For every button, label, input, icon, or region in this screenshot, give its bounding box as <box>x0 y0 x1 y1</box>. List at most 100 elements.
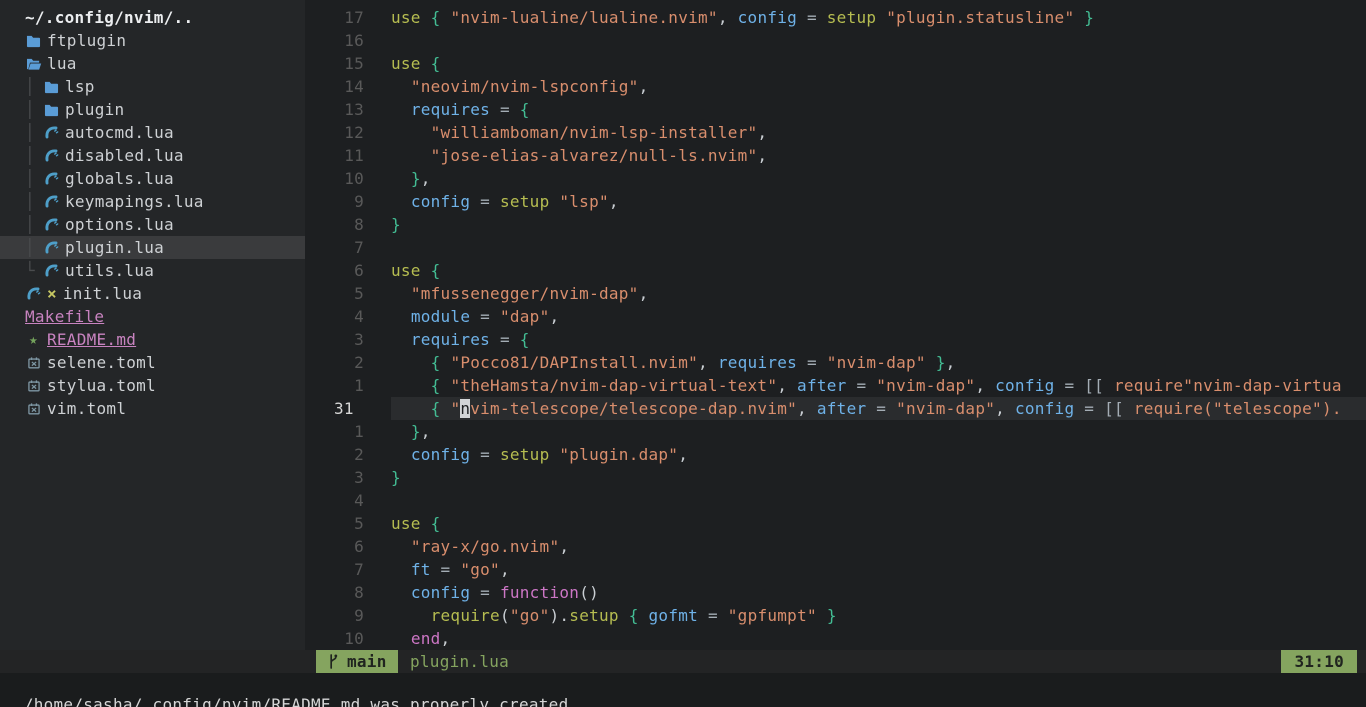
tree-item-label: init.lua <box>63 284 142 303</box>
code-text: use { <box>391 512 1366 535</box>
line-number: 5 <box>305 282 391 305</box>
tree-item-label: lsp <box>65 77 95 96</box>
tree-item-label: autocmd.lua <box>65 123 174 142</box>
tree-item-makefile[interactable]: Makefile <box>0 305 305 328</box>
tree-item-label: stylua.toml <box>47 376 156 395</box>
code-line[interactable]: 5use { <box>305 512 1366 535</box>
code-line[interactable]: 17use { "nvim-lualine/lualine.nvim", con… <box>305 6 1366 29</box>
code-line[interactable]: 8 config = function() <box>305 581 1366 604</box>
code-line[interactable]: 6 "ray-x/go.nvim", <box>305 535 1366 558</box>
tree-item-label: options.lua <box>65 215 174 234</box>
tree-item-label: disabled.lua <box>65 146 184 165</box>
tree-item-disabled-lua[interactable]: │disabled.lua <box>0 144 305 167</box>
code-line[interactable]: 2 { "Pocco81/DAPInstall.nvim", requires … <box>305 351 1366 374</box>
code-text <box>391 236 1366 259</box>
line-number: 3 <box>305 466 391 489</box>
tree-item-ftplugin[interactable]: ftplugin <box>0 29 305 52</box>
code-text: "neovim/nvim-lspconfig", <box>391 75 1366 98</box>
code-text: use { "nvim-lualine/lualine.nvim", confi… <box>391 6 1366 29</box>
lua-file-icon <box>43 124 60 141</box>
tree-item-autocmd-lua[interactable]: │autocmd.lua <box>0 121 305 144</box>
editor-buffer[interactable]: 17use { "nvim-lualine/lualine.nvim", con… <box>305 0 1366 650</box>
tree-item-label: selene.toml <box>47 353 156 372</box>
lua-file-icon <box>43 193 60 210</box>
code-line[interactable]: 6use { <box>305 259 1366 282</box>
tree-item-lua[interactable]: lua <box>0 52 305 75</box>
code-line[interactable]: 14 "neovim/nvim-lspconfig", <box>305 75 1366 98</box>
folder-icon <box>43 78 60 95</box>
code-text: } <box>391 466 1366 489</box>
code-line[interactable]: 13 requires = { <box>305 98 1366 121</box>
message-text: /home/sasha/.config/nvim/README.md was p… <box>24 695 569 707</box>
code-text: end, <box>391 627 1366 650</box>
code-line[interactable]: 10 }, <box>305 167 1366 190</box>
line-number: 1 <box>305 374 391 397</box>
code-line[interactable]: 8} <box>305 213 1366 236</box>
tree-indent-guide: │ <box>25 169 43 188</box>
line-number: 8 <box>305 213 391 236</box>
line-number: 2 <box>305 351 391 374</box>
toml-file-icon <box>25 400 42 417</box>
folder-icon <box>43 101 60 118</box>
line-number: 17 <box>305 6 391 29</box>
lua-file-icon <box>43 262 60 279</box>
code-line[interactable]: 3} <box>305 466 1366 489</box>
file-tree-items: ftpluginlua│lsp│plugin│autocmd.lua│disab… <box>0 29 305 420</box>
line-number: 10 <box>305 167 391 190</box>
code-line[interactable]: 15use { <box>305 52 1366 75</box>
line-number: 12 <box>305 121 391 144</box>
code-line[interactable]: 12 "williamboman/nvim-lsp-installer", <box>305 121 1366 144</box>
code-text: "mfussenegger/nvim-dap", <box>391 282 1366 305</box>
code-line[interactable]: 5 "mfussenegger/nvim-dap", <box>305 282 1366 305</box>
line-number: 11 <box>305 144 391 167</box>
cursor-position-badge: 31:10 <box>1281 650 1357 673</box>
line-number: 4 <box>305 305 391 328</box>
line-number: 14 <box>305 75 391 98</box>
code-text: "williamboman/nvim-lsp-installer", <box>391 121 1366 144</box>
code-line-current[interactable]: 31 { "nvim-telescope/telescope-dap.nvim"… <box>305 397 1366 420</box>
tree-item-lsp[interactable]: │ lsp <box>0 75 305 98</box>
tree-item-options-lua[interactable]: │options.lua <box>0 213 305 236</box>
tree-item-selene-toml[interactable]: selene.toml <box>0 351 305 374</box>
tree-item-utils-lua[interactable]: └utils.lua <box>0 259 305 282</box>
code-line[interactable]: 7 <box>305 236 1366 259</box>
code-line[interactable]: 1 }, <box>305 420 1366 443</box>
code-line[interactable]: 9 require("go").setup { gofmt = "gpfumpt… <box>305 604 1366 627</box>
tree-item-init-lua[interactable]: ×init.lua <box>0 282 305 305</box>
code-text: requires = { <box>391 98 1366 121</box>
line-number: 16 <box>305 29 391 52</box>
code-text: config = setup "plugin.dap", <box>391 443 1366 466</box>
tree-item-plugin-lua[interactable]: │plugin.lua <box>0 236 305 259</box>
code-line[interactable]: 11 "jose-elias-alvarez/null-ls.nvim", <box>305 144 1366 167</box>
tree-item-vim-toml[interactable]: vim.toml <box>0 397 305 420</box>
tree-indent-guide: │ <box>25 77 43 96</box>
code-line[interactable]: 7 ft = "go", <box>305 558 1366 581</box>
code-text: }, <box>391 420 1366 443</box>
code-line[interactable]: 9 config = setup "lsp", <box>305 190 1366 213</box>
tree-item-keymapings-lua[interactable]: │keymapings.lua <box>0 190 305 213</box>
statusline-filename: plugin.lua <box>410 650 509 673</box>
code-line[interactable]: 2 config = setup "plugin.dap", <box>305 443 1366 466</box>
code-text: { "Pocco81/DAPInstall.nvim", requires = … <box>391 351 1366 374</box>
tree-item-globals-lua[interactable]: │ globals.lua <box>0 167 305 190</box>
tree-item-plugin[interactable]: │plugin <box>0 98 305 121</box>
tree-indent-guide: │ <box>25 100 43 119</box>
code-line[interactable]: 1 { "theHamsta/nvim-dap-virtual-text", a… <box>305 374 1366 397</box>
code-line[interactable]: 10 end, <box>305 627 1366 650</box>
code-line[interactable]: 3 requires = { <box>305 328 1366 351</box>
tree-item-stylua-toml[interactable]: stylua.toml <box>0 374 305 397</box>
tree-item-readme-md[interactable]: ★README.md <box>0 328 305 351</box>
code-line[interactable]: 4 module = "dap", <box>305 305 1366 328</box>
code-text: config = setup "lsp", <box>391 190 1366 213</box>
code-line[interactable]: 4 <box>305 489 1366 512</box>
line-number: 9 <box>305 190 391 213</box>
tree-item-label: globals.lua <box>65 169 174 188</box>
tree-root-path: ~/.config/nvim/.. <box>0 6 305 29</box>
code-line[interactable]: 16 <box>305 29 1366 52</box>
file-tree: ~/.config/nvim/.. ftpluginlua │ lsp │plugin… <box>0 0 305 650</box>
tree-root-label: ~/.config/nvim/.. <box>25 8 193 27</box>
code-text: module = "dap", <box>391 305 1366 328</box>
line-number: 6 <box>305 535 391 558</box>
command-line-message: /home/sasha/.config/nvim/README.md was p… <box>0 673 1366 707</box>
code-text <box>391 489 1366 512</box>
